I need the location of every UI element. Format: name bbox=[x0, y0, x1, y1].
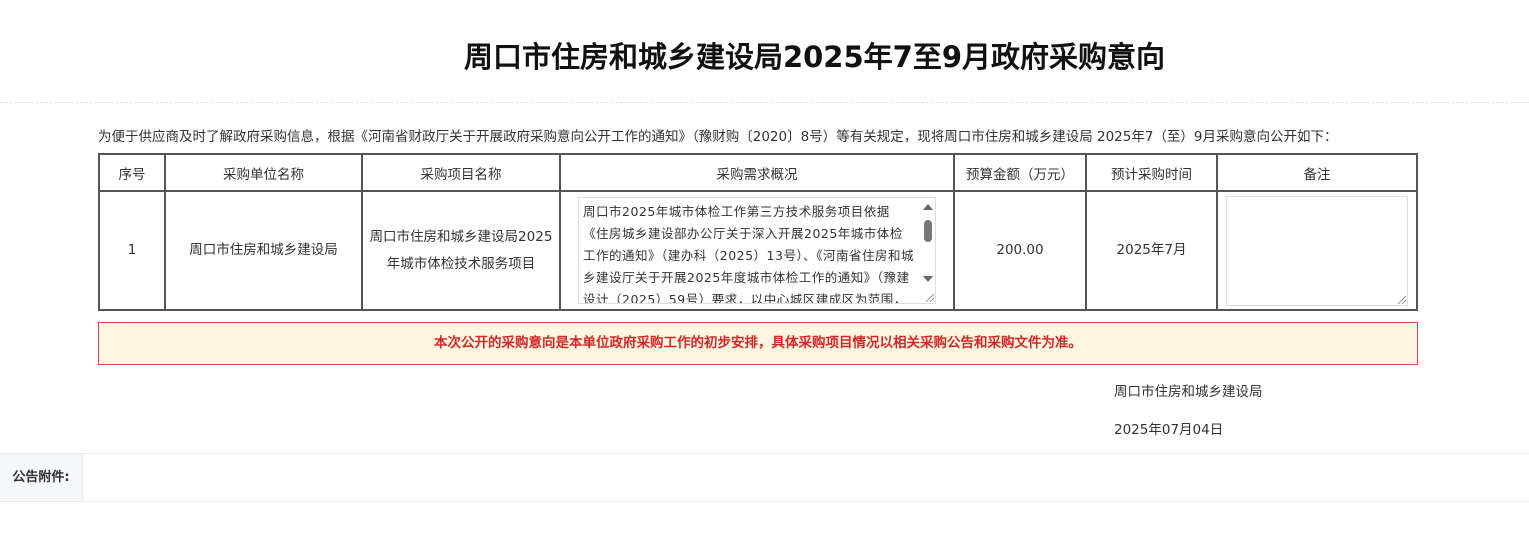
cell-remark bbox=[1216, 190, 1418, 311]
table-row: 1 周口市住房和城乡建设局 周口市住房和城乡建设局2025年城市体检技术服务项目… bbox=[98, 190, 1418, 311]
page-title: 周口市住房和城乡建设局2025年7至9月政府采购意向 bbox=[463, 40, 1166, 74]
description-textarea-wrap: 周口市2025年城市体检工作第三方技术服务项目依据《住房城乡建设部办公厅关于深入… bbox=[578, 197, 936, 304]
scroll-up-arrow-icon[interactable] bbox=[923, 204, 933, 210]
attachment-label: 公告附件: bbox=[0, 454, 83, 501]
title-divider bbox=[0, 102, 1529, 103]
intro-text: 为便于供应商及时了解政府采购信息，根据《河南省财政厅关于开展政府采购意向公开工作… bbox=[98, 129, 1338, 145]
header-description: 采购需求概况 bbox=[559, 153, 955, 192]
cell-project: 周口市住房和城乡建设局2025年城市体检技术服务项目 bbox=[361, 190, 561, 311]
resize-grip-icon[interactable] bbox=[926, 294, 934, 302]
header-time: 预计采购时间 bbox=[1085, 153, 1218, 192]
header-unit: 采购单位名称 bbox=[164, 153, 363, 192]
publish-date: 2025年07月04日 bbox=[1114, 422, 1224, 438]
notice-banner: 本次公开的采购意向是本单位政府采购工作的初步安排，具体采购项目情况以相关采购公告… bbox=[98, 322, 1418, 365]
table-header-row: 序号 采购单位名称 采购项目名称 采购需求概况 预算金额（万元） 预计采购时间 … bbox=[98, 153, 1418, 192]
row-index: 1 bbox=[127, 242, 137, 258]
cell-description: 周口市2025年城市体检工作第三方技术服务项目依据《住房城乡建设部办公厅关于深入… bbox=[559, 190, 955, 311]
header-index: 序号 bbox=[98, 153, 166, 192]
description-scrollbar[interactable] bbox=[921, 198, 935, 298]
attachment-row: 公告附件: bbox=[0, 453, 1529, 502]
remark-resize-grip-icon[interactable] bbox=[1398, 295, 1406, 304]
procurement-intent-table: 序号 采购单位名称 采购项目名称 采购需求概况 预算金额（万元） 预计采购时间 … bbox=[98, 153, 1418, 311]
header-remark: 备注 bbox=[1216, 153, 1418, 192]
remark-textarea-wrap bbox=[1226, 195, 1408, 306]
cell-budget: 200.00 bbox=[953, 190, 1087, 311]
row-time: 2025年7月 bbox=[1116, 242, 1187, 258]
scroll-thumb[interactable] bbox=[924, 220, 932, 242]
scroll-down-arrow-icon[interactable] bbox=[923, 276, 933, 282]
row-budget: 200.00 bbox=[996, 242, 1044, 258]
description-textarea[interactable]: 周口市2025年城市体检工作第三方技术服务项目依据《住房城乡建设部办公厅关于深入… bbox=[578, 197, 936, 304]
cell-index: 1 bbox=[98, 190, 166, 311]
remark-textarea[interactable] bbox=[1226, 195, 1408, 306]
cell-unit: 周口市住房和城乡建设局 bbox=[164, 190, 363, 311]
header-budget: 预算金额（万元） bbox=[953, 153, 1087, 192]
row-project-name: 周口市住房和城乡建设局2025年城市体检技术服务项目 bbox=[369, 228, 553, 272]
header-project: 采购项目名称 bbox=[361, 153, 561, 192]
row-unit-name: 周口市住房和城乡建设局 bbox=[189, 242, 338, 258]
publisher-name: 周口市住房和城乡建设局 bbox=[1114, 384, 1263, 400]
cell-time: 2025年7月 bbox=[1085, 190, 1218, 311]
